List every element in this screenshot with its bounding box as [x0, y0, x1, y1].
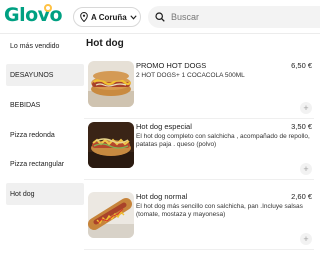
product-image — [88, 192, 134, 238]
product-description: El hot dog completo con salchicha , acom… — [136, 133, 310, 149]
sidebar-item-label: BEBIDAS — [10, 101, 41, 109]
location-pin-icon — [80, 12, 88, 22]
product-name: Hot dog normal — [136, 192, 188, 201]
sidebar-item-bebidas[interactable]: BEBIDAS — [6, 94, 84, 116]
sidebar-item-pizza-rectangular[interactable]: Pizza rectangular — [6, 153, 84, 175]
add-icon[interactable]: + — [300, 233, 312, 245]
sidebar-item-label: Hot dog — [10, 190, 35, 198]
product-card[interactable]: Hot dog especial 3,50 € El hot dog compl… — [84, 122, 314, 180]
product-image — [88, 61, 134, 107]
product-name: Hot dog especial — [136, 122, 192, 131]
sidebar-item-lo-mas-vendido[interactable]: Lo más vendido — [6, 35, 84, 57]
sidebar-item-pizza-redonda[interactable]: Pizza redonda — [6, 124, 84, 146]
location-selector[interactable]: A Coruña — [73, 7, 141, 27]
product-card[interactable]: PROMO HOT DOGS 6,50 € 2 HOT DOGS+ 1 COCA… — [84, 61, 314, 119]
product-card[interactable]: Hot dog normal 2,60 € El hot dog más sen… — [84, 192, 314, 250]
sidebar-item-hot-dog[interactable]: Hot dog — [6, 183, 84, 205]
add-icon[interactable]: + — [300, 102, 312, 114]
product-name: PROMO HOT DOGS — [136, 61, 207, 70]
sidebar-item-label: Pizza redonda — [10, 131, 55, 139]
product-price: 6,50 € — [291, 61, 312, 70]
product-description: 2 HOT DOGS+ 1 COCACOLA 500ML — [136, 72, 245, 79]
sidebar-item-desayunos[interactable]: DESAYUNOS — [6, 64, 84, 86]
search-icon — [155, 12, 165, 22]
sidebar-item-label: Lo más vendido — [10, 42, 60, 50]
product-list: Hot dog PROMO HOT DOGS 6,50 € 2 HOT DOGS… — [84, 34, 320, 253]
glovo-logo[interactable]: Glovo — [4, 4, 63, 26]
sidebar-item-label: Pizza rectangular — [10, 160, 65, 168]
category-sidebar: Lo más vendido DESAYUNOS BEBIDAS Pizza r… — [0, 34, 84, 253]
product-description: El hot dog más sencillo con salchicha, p… — [136, 203, 303, 219]
product-price: 3,50 € — [291, 122, 312, 131]
search-bar[interactable] — [148, 6, 320, 28]
logo-dot-icon — [44, 4, 52, 12]
product-price: 2,60 € — [291, 192, 312, 201]
header: Glovo A Coruña — [0, 0, 320, 34]
section-title: Hot dog — [86, 38, 124, 49]
sidebar-item-label: DESAYUNOS — [10, 71, 54, 79]
chevron-down-icon — [130, 14, 137, 20]
product-image — [88, 122, 134, 168]
add-icon[interactable]: + — [300, 163, 312, 175]
search-input[interactable] — [171, 12, 311, 22]
location-label: A Coruña — [91, 12, 127, 22]
